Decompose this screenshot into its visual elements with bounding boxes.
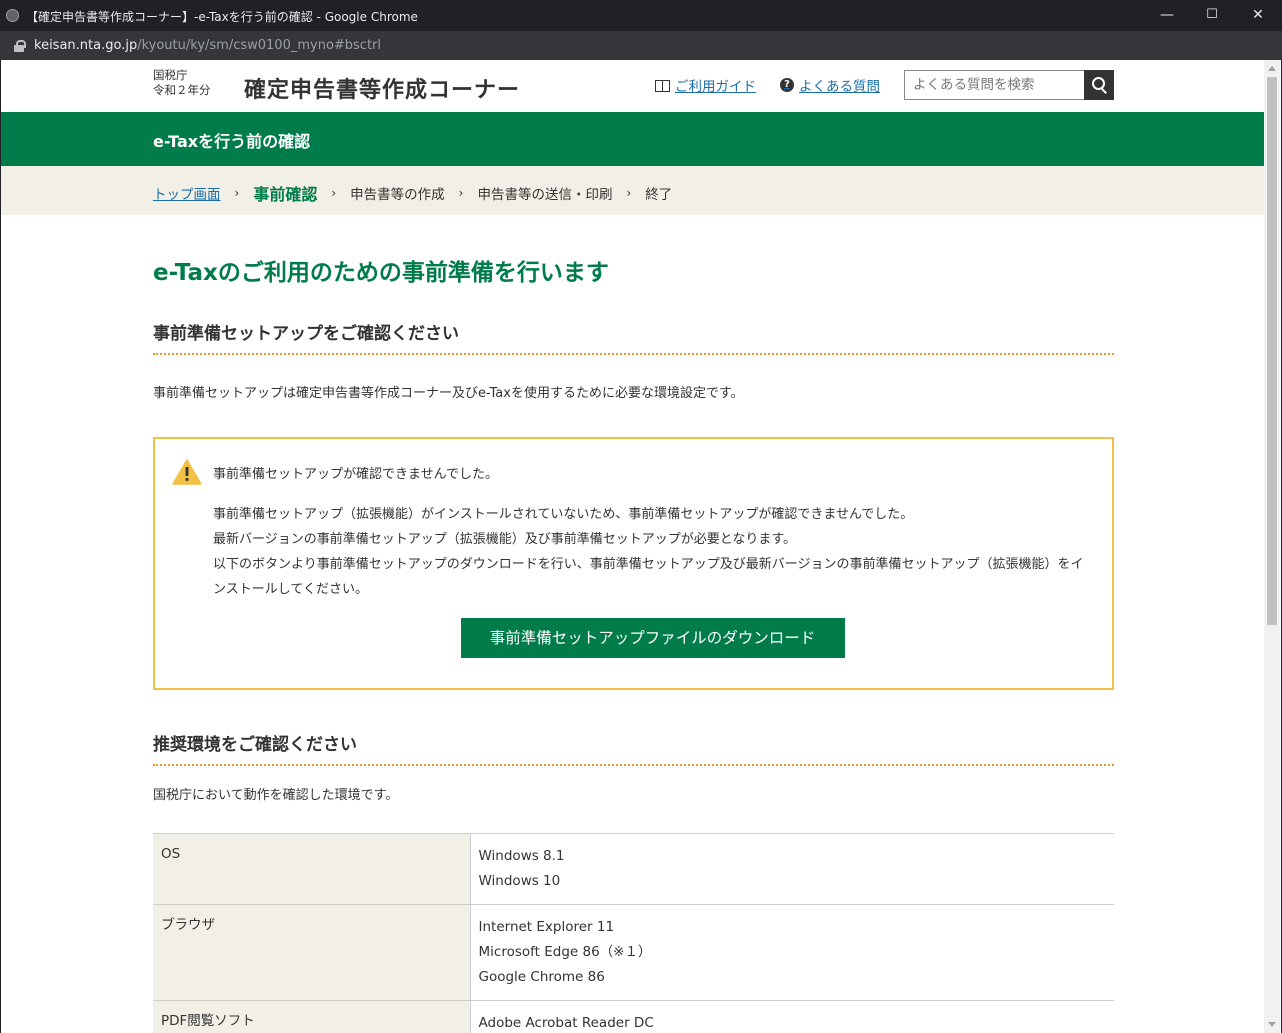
env-label: ブラウザ — [153, 904, 471, 1001]
env-value: Windows 8.1 — [478, 848, 565, 864]
breadcrumb-step: 終了 — [645, 187, 673, 203]
search-button[interactable] — [1084, 70, 1114, 100]
agency-label: 国税庁 令和２年分 — [153, 68, 211, 98]
section-bar: e-Taxを行う前の確認 — [1, 112, 1265, 166]
warning-body: 事前準備セットアップ（拡張機能）がインストールされていないため、事前準備セットア… — [213, 502, 1092, 602]
warning-icon — [172, 459, 202, 485]
scroll-thumb[interactable] — [1267, 77, 1277, 625]
setup-description: 事前準備セットアップは確定申告書等作成コーナー及びe-Taxを使用するために必要… — [153, 386, 744, 401]
breadcrumb-current: 事前確認 — [253, 185, 318, 204]
scroll-up-icon[interactable] — [1268, 66, 1276, 71]
download-setup-button[interactable]: 事前準備セットアップファイルのダウンロード — [460, 618, 845, 658]
chevron-right-icon: › — [331, 186, 337, 200]
breadcrumb-step: 申告書等の作成 — [350, 187, 445, 203]
maximize-button[interactable]: ☐ — [1200, 4, 1224, 26]
faq-link[interactable]: ? よくある質問 — [780, 75, 880, 95]
book-icon — [655, 79, 670, 92]
warning-lead: 事前準備セットアップが確認できませんでした。 — [213, 467, 498, 482]
address-bar[interactable]: keisan.nta.go.jp/kyoutu/ky/sm/csw0100_my… — [0, 31, 1282, 60]
scroll-down-icon[interactable] — [1268, 1022, 1276, 1027]
env-values: Adobe Acrobat Reader DC — [470, 1000, 1114, 1033]
chevron-right-icon: › — [458, 186, 464, 200]
vertical-scrollbar[interactable] — [1264, 60, 1280, 1033]
minimize-button[interactable]: — — [1155, 4, 1179, 26]
faq-search — [904, 70, 1114, 100]
env-value: Microsoft Edge 86（※１） — [478, 944, 652, 960]
question-icon: ? — [780, 78, 794, 92]
setup-heading: 事前準備セットアップをご確認ください — [153, 319, 1114, 355]
main-content: e-Taxのご利用のための事前準備を行います 事前準備セットアップをご確認くださ… — [1, 253, 1114, 1033]
env-value: Adobe Acrobat Reader DC — [478, 1015, 654, 1031]
env-values: Windows 8.1 Windows 10 — [470, 833, 1114, 905]
table-row: ブラウザ Internet Explorer 11 Microsoft Edge… — [153, 904, 1114, 1001]
breadcrumb: トップ画面 › 事前確認 › 申告書等の作成 › 申告書等の送信・印刷 › 終了 — [1, 166, 1265, 215]
breadcrumb-top[interactable]: トップ画面 — [153, 183, 221, 203]
table-row: PDF閲覧ソフト Adobe Acrobat Reader DC — [153, 1000, 1114, 1033]
table-row: OS Windows 8.1 Windows 10 — [153, 833, 1114, 905]
warning-box: 事前準備セットアップが確認できませんでした。 事前準備セットアップ（拡張機能）が… — [153, 437, 1114, 690]
chevron-right-icon: › — [234, 186, 240, 200]
window-titlebar: 【確定申告書等作成コーナー】-e-Taxを行う前の確認 - Google Chr… — [0, 0, 1282, 31]
env-heading: 推奨環境をご確認ください — [153, 730, 1114, 766]
env-values: Internet Explorer 11 Microsoft Edge 86（※… — [470, 904, 1114, 1001]
lock-icon — [14, 40, 26, 52]
env-table: OS Windows 8.1 Windows 10 ブラウザ Internet … — [153, 833, 1114, 1033]
faq-link-label: よくある質問 — [799, 79, 880, 95]
warning-line: 最新バージョンの事前準備セットアップ（拡張機能）及び事前準備セットアップが必要と… — [213, 532, 797, 547]
section-title: e-Taxを行う前の確認 — [153, 132, 311, 151]
breadcrumb-step: 申告書等の送信・印刷 — [477, 187, 613, 203]
faq-search-input[interactable] — [904, 70, 1084, 100]
tax-year: 令和２年分 — [153, 83, 211, 97]
chevron-right-icon: › — [626, 186, 632, 200]
env-description: 国税庁において動作を確認した環境です。 — [153, 788, 399, 803]
warning-line: 以下のボタンより事前準備セットアップのダウンロードを行い、事前準備セットアップ及… — [213, 557, 1084, 597]
site-title: 確定申告書等作成コーナー — [244, 78, 521, 103]
agency-name: 国税庁 — [153, 68, 188, 82]
env-value: Google Chrome 86 — [478, 969, 605, 985]
env-label: PDF閲覧ソフト — [153, 1000, 471, 1033]
env-value: Windows 10 — [478, 873, 561, 889]
globe-icon — [6, 9, 19, 22]
env-value: Internet Explorer 11 — [478, 919, 615, 935]
guide-link-label: ご利用ガイド — [675, 79, 756, 95]
page-title: e-Taxのご利用のための事前準備を行います — [153, 260, 609, 286]
window-title: 【確定申告書等作成コーナー】-e-Taxを行う前の確認 - Google Chr… — [26, 10, 418, 24]
warning-line: 事前準備セットアップ（拡張機能）がインストールされていないため、事前準備セットア… — [213, 507, 914, 522]
site-header: 国税庁 令和２年分 確定申告書等作成コーナー ご利用ガイド ? よくある質問 — [1, 60, 1265, 112]
page-viewport: 国税庁 令和２年分 確定申告書等作成コーナー ご利用ガイド ? よくある質問 e… — [0, 60, 1282, 1033]
url-text[interactable]: keisan.nta.go.jp/kyoutu/ky/sm/csw0100_my… — [34, 38, 381, 53]
close-button[interactable]: ✕ — [1246, 4, 1270, 26]
guide-link[interactable]: ご利用ガイド — [655, 75, 756, 95]
env-label: OS — [153, 833, 471, 905]
